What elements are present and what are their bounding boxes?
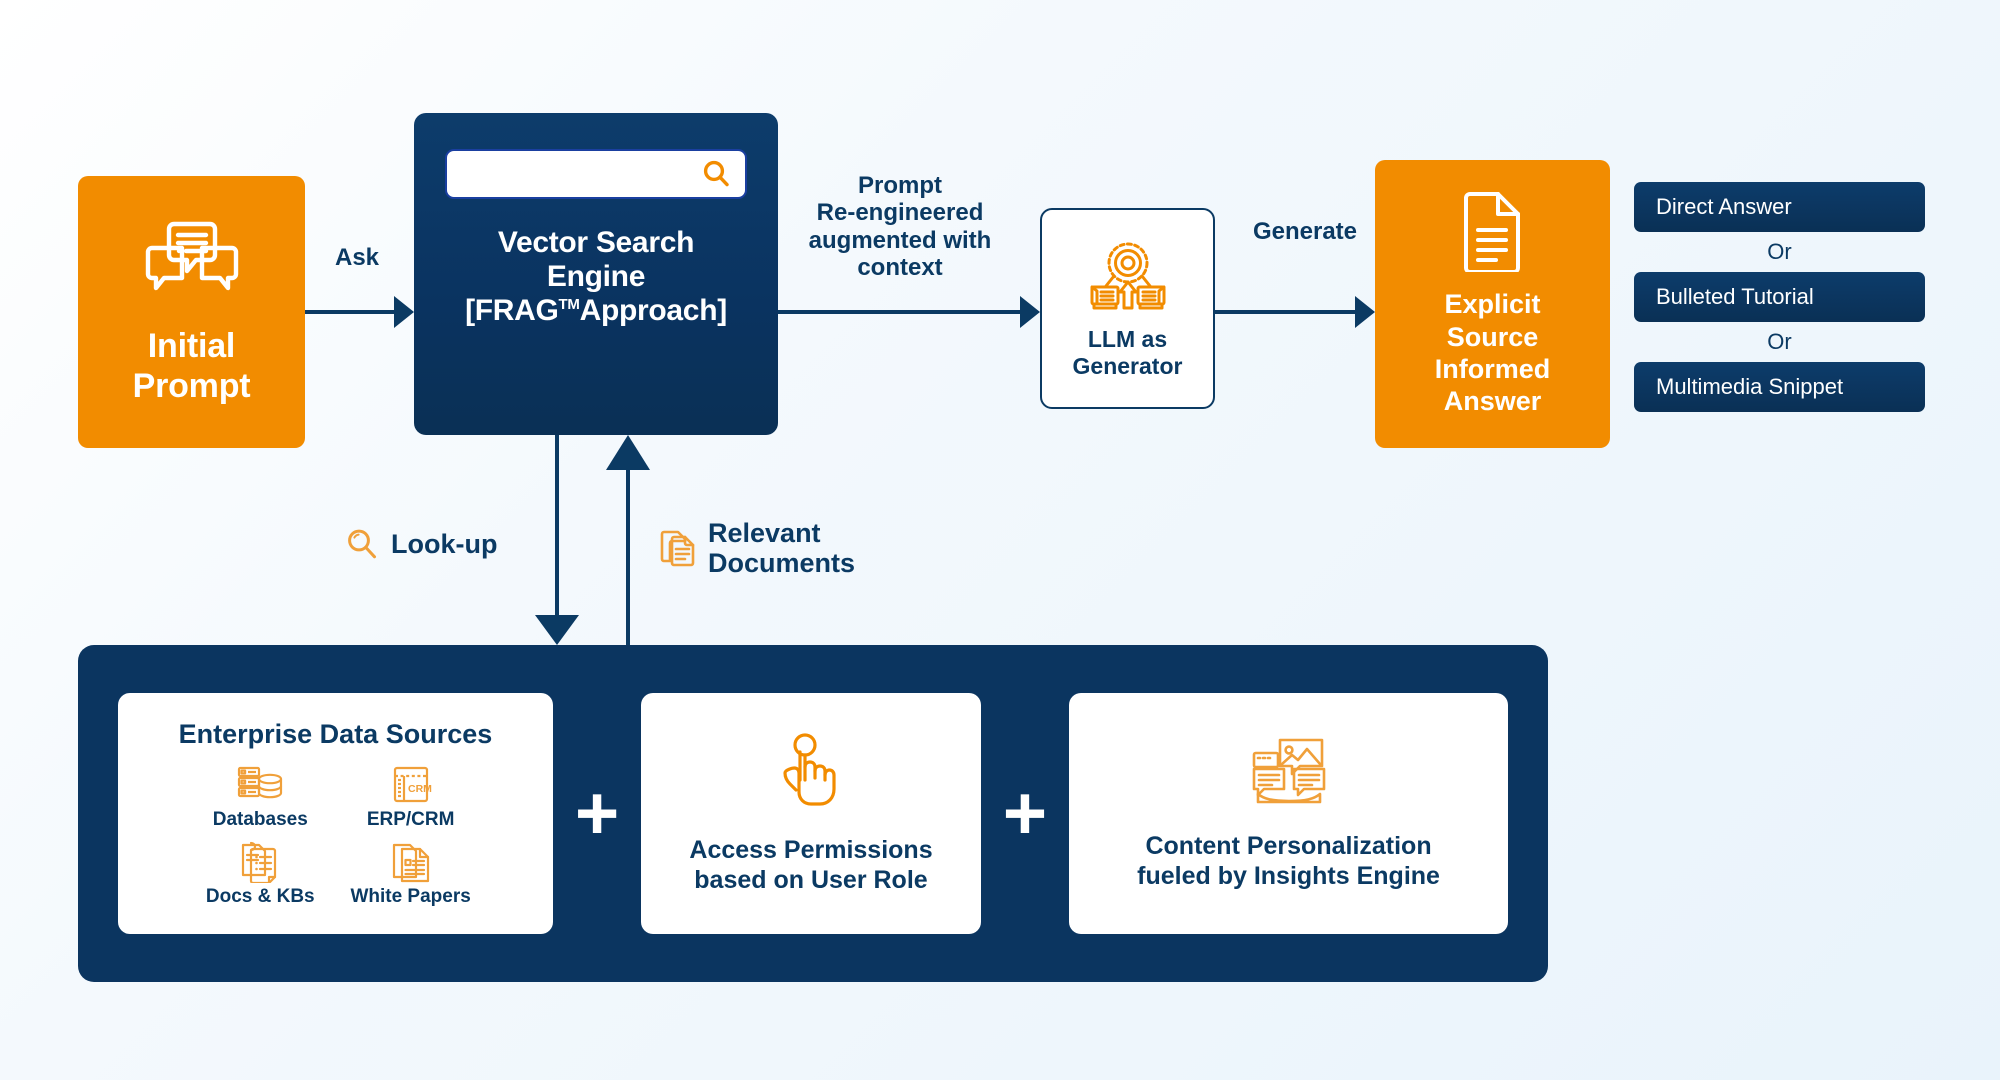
prompt-label-line2: Re-engineered [816,199,984,227]
data-sources-grid: Databases CRM ERP/CRM Docs & KBs White P… [200,764,471,908]
edge-label-ask: Ask [334,244,380,271]
foundation-panel: Enterprise Data Sources Databases CRM ER… [78,645,1548,982]
output-options-list: Direct Answer Or Bulleted Tutorial Or Mu… [1634,182,1925,412]
explicit-answer-box[interactable]: Explicit Source Informed Answer [1375,160,1610,448]
plus-separator-1: + [574,770,620,856]
documents-stack-icon [660,527,696,569]
chat-bubbles-icon [144,218,240,306]
access-permissions-label: Access Permissions based on User Role [689,836,932,895]
search-magnifier-icon[interactable] [701,159,731,189]
data-source-label: ERP/CRM [366,809,455,830]
search-magnifier-icon [345,527,379,561]
search-input[interactable] [445,149,747,199]
vector-title-line1: Vector Search [497,226,695,259]
explicit-answer-label: Explicit Source Informed Answer [1435,288,1551,418]
crm-window-icon: CRM [388,764,434,806]
output-separator-or-1: Or [1767,239,1792,264]
output-option-label: Multimedia Snippet [1656,374,1844,399]
data-source-item-databases[interactable]: Databases [200,764,320,831]
explicit-line3: Informed [1434,354,1551,384]
initial-prompt-line1: Initial [147,326,236,365]
enterprise-data-sources-card[interactable]: Enterprise Data Sources Databases CRM ER… [118,693,553,934]
database-server-icon [237,764,283,806]
llm-generator-label: LLM as Generator [1073,326,1183,379]
reldocs-line2: Documents [708,548,856,579]
output-option-multimedia-snippet[interactable]: Multimedia Snippet [1634,362,1925,412]
edge-label-prompt-reengineered: Prompt Re-engineered augmented with cont… [790,172,1010,281]
initial-prompt-line2: Prompt [132,367,251,405]
vector-title-line2: Engine [546,260,646,294]
edge-label-relevant-documents: Relevant Documents [660,518,855,578]
content-personalization-card[interactable]: Content Personalization fueled by Insigh… [1069,693,1508,934]
content-line2: fueled by Insights Engine [1137,861,1440,890]
access-permissions-card[interactable]: Access Permissions based on User Role [641,693,981,934]
explicit-line1: Explicit [1444,289,1541,320]
data-source-item-white-papers[interactable]: White Papers [350,839,471,908]
explicit-line2: Source [1446,321,1539,352]
prompt-label-line1: Prompt [858,172,942,199]
explicit-line4: Answer [1443,386,1542,417]
data-source-item-erp-crm[interactable]: CRM ERP/CRM [350,764,470,831]
prompt-label-line4: context [857,254,943,282]
output-option-direct-answer[interactable]: Direct Answer [1634,182,1925,232]
llm-generator-box[interactable]: LLM as Generator [1040,208,1215,409]
data-source-label: Docs & KBs [205,886,315,907]
llm-line1: LLM as [1087,325,1168,352]
docs-kb-icon [239,839,281,883]
vector-search-engine-title: Vector Search Engine [FRAGTMApproach] [414,226,778,329]
output-option-label: Bulleted Tutorial [1656,284,1814,309]
document-lines-icon [1460,190,1526,273]
frag-suffix: Approach] [579,294,728,328]
white-paper-icon [390,839,432,883]
diagram-canvas: Initial Prompt Ask Vector Search Engine … [0,0,2000,1080]
vector-title-line3: [FRAGTMApproach] [414,294,778,328]
output-option-label: Direct Answer [1656,194,1792,219]
data-source-label: Databases [212,809,308,830]
edge-label-lookup: Look-up [345,527,497,561]
trademark-mark: TM [558,296,580,314]
content-line1: Content Personalization [1145,832,1432,860]
llm-line2: Generator [1072,352,1183,379]
content-personalization-label: Content Personalization fueled by Insigh… [1137,832,1440,891]
reldocs-line1: Relevant [708,518,821,548]
frag-prefix: [FRAG [465,294,559,328]
relevant-documents-label-text: Relevant Documents [708,518,855,578]
gear-generator-icon [1084,238,1172,316]
lookup-label-text: Look-up [391,528,498,559]
vector-search-engine-box: Vector Search Engine [FRAGTMApproach] [414,113,778,435]
content-personalization-icon [1248,736,1330,810]
output-separator-or-2: Or [1767,329,1792,354]
pointing-hand-icon [779,732,843,810]
access-line2: based on User Role [694,865,928,894]
prompt-label-line3: augmented with [808,226,992,254]
svg-text:CRM: CRM [408,783,432,795]
edge-label-generate: Generate [1252,218,1358,245]
initial-prompt-box[interactable]: Initial Prompt [78,176,305,448]
plus-separator-2: + [1002,770,1048,856]
access-line1: Access Permissions [689,836,933,864]
initial-prompt-label: Initial Prompt [133,326,251,406]
data-source-item-docs-kbs[interactable]: Docs & KBs [200,839,320,908]
enterprise-data-sources-title: Enterprise Data Sources [178,719,493,749]
output-option-bulleted-tutorial[interactable]: Bulleted Tutorial [1634,272,1925,322]
data-source-label: White Papers [350,886,471,907]
